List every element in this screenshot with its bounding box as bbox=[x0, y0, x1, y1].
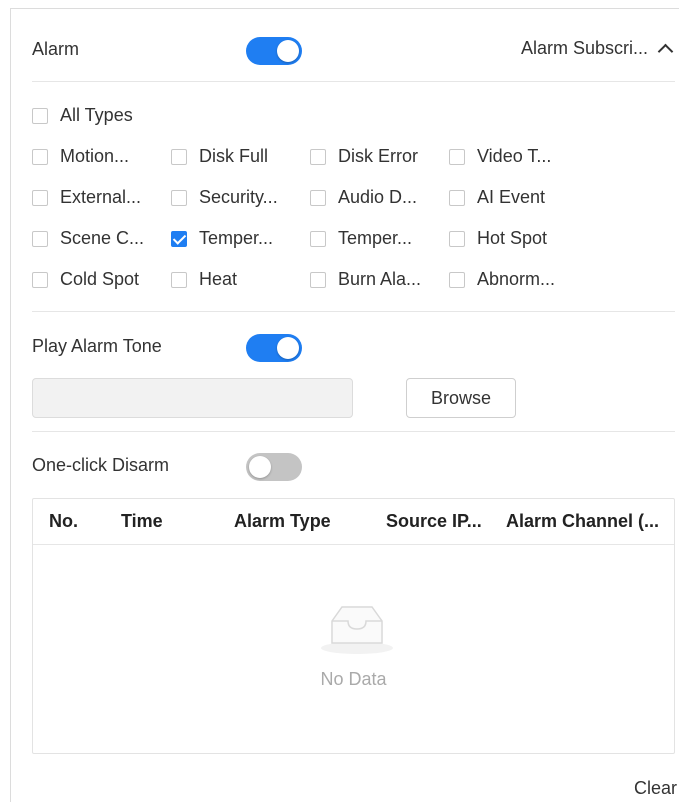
alarm-subscription-label: Alarm Subscri... bbox=[520, 38, 648, 58]
checkbox-label: AI Event bbox=[477, 187, 546, 207]
checkbox-box[interactable] bbox=[32, 107, 48, 124]
checkbox-label: Cold Spot bbox=[60, 269, 140, 289]
checkbox-label: Burn Ala... bbox=[338, 269, 422, 289]
checkbox-box[interactable] bbox=[449, 230, 465, 247]
checkbox-box[interactable] bbox=[449, 189, 465, 206]
divider bbox=[32, 431, 675, 432]
chevron-up-icon bbox=[657, 43, 674, 60]
column-header-source-ip[interactable]: Source IP... bbox=[386, 511, 482, 532]
checkbox-alarm-type[interactable]: Scene C... bbox=[32, 228, 144, 249]
checkbox-alarm-type[interactable]: Abnorm... bbox=[449, 269, 555, 290]
play-alarm-tone-label: Play Alarm Tone bbox=[32, 336, 162, 356]
browse-button[interactable]: Browse bbox=[406, 378, 516, 418]
checkbox-label: Motion... bbox=[60, 146, 130, 166]
toggle-knob bbox=[277, 337, 299, 359]
one-click-disarm-label: One-click Disarm bbox=[32, 455, 170, 475]
checkbox-label: Hot Spot bbox=[477, 228, 548, 248]
checkbox-box[interactable] bbox=[32, 271, 48, 288]
divider bbox=[32, 311, 675, 312]
toggle-knob bbox=[249, 456, 271, 478]
checkbox-alarm-type[interactable]: Burn Ala... bbox=[310, 269, 421, 290]
checkbox-label: Security... bbox=[199, 187, 278, 207]
checkbox-alarm-type[interactable]: AI Event bbox=[449, 187, 545, 208]
checkbox-alarm-type[interactable]: Disk Full bbox=[171, 146, 268, 167]
checkbox-alarm-type[interactable]: Security... bbox=[171, 187, 278, 208]
checkbox-alarm-type[interactable]: Disk Error bbox=[310, 146, 418, 167]
empty-state-text: No Data bbox=[320, 669, 387, 689]
checkbox-box[interactable] bbox=[449, 271, 465, 288]
checkbox-label: Audio D... bbox=[338, 187, 418, 207]
checkbox-box[interactable] bbox=[32, 189, 48, 206]
checkbox-alarm-type[interactable]: Heat bbox=[171, 269, 237, 290]
play-alarm-tone-toggle[interactable] bbox=[246, 334, 302, 362]
alarm-subscription-dropdown[interactable]: Alarm Subscri... bbox=[520, 38, 674, 60]
checkbox-all-types[interactable]: All Types bbox=[32, 105, 133, 126]
checkbox-alarm-type[interactable]: Cold Spot bbox=[32, 269, 139, 290]
checkbox-box[interactable] bbox=[32, 230, 48, 247]
divider bbox=[32, 81, 675, 82]
checkbox-alarm-type[interactable]: Audio D... bbox=[310, 187, 417, 208]
checkbox-box[interactable] bbox=[310, 230, 326, 247]
checkbox-alarm-type[interactable]: Hot Spot bbox=[449, 228, 547, 249]
checkbox-label: Video T... bbox=[477, 146, 552, 166]
checkbox-label: Temper... bbox=[199, 228, 274, 248]
table-header: No. Time Alarm Type Source IP... Alarm C… bbox=[33, 499, 674, 545]
checkbox-alarm-type[interactable]: Motion... bbox=[32, 146, 129, 167]
checkbox-box[interactable] bbox=[171, 189, 187, 206]
clear-button[interactable]: Clear bbox=[634, 778, 677, 799]
column-header-no[interactable]: No. bbox=[49, 511, 78, 532]
checkbox-label: Disk Full bbox=[199, 146, 269, 166]
toggle-knob bbox=[277, 40, 299, 62]
checkbox-alarm-type[interactable]: External... bbox=[32, 187, 141, 208]
checkbox-box[interactable] bbox=[171, 271, 187, 288]
alarm-label: Alarm bbox=[32, 39, 80, 59]
empty-inbox-icon bbox=[321, 606, 393, 654]
checkbox-label: Temper... bbox=[338, 228, 413, 248]
checkbox-box[interactable] bbox=[32, 148, 48, 165]
alarm-tone-file-input[interactable] bbox=[32, 378, 353, 418]
checkbox-label: External... bbox=[60, 187, 142, 207]
one-click-disarm-toggle[interactable] bbox=[246, 453, 302, 481]
checkbox-box[interactable] bbox=[171, 148, 187, 165]
alarm-toggle[interactable] bbox=[246, 37, 302, 65]
checkbox-label: Scene C... bbox=[60, 228, 145, 248]
checkbox-checked[interactable] bbox=[171, 230, 187, 247]
checkbox-box[interactable] bbox=[310, 189, 326, 206]
checkbox-alarm-type[interactable]: Temper... bbox=[310, 228, 412, 249]
checkbox-box[interactable] bbox=[310, 271, 326, 288]
checkbox-label: Heat bbox=[199, 269, 238, 289]
checkbox-label: Abnorm... bbox=[477, 269, 556, 289]
column-header-alarm-channel[interactable]: Alarm Channel (... bbox=[506, 511, 659, 532]
column-header-time[interactable]: Time bbox=[121, 511, 163, 532]
checkbox-box[interactable] bbox=[310, 148, 326, 165]
checkbox-alarm-type[interactable]: Video T... bbox=[449, 146, 551, 167]
checkbox-label: All Types bbox=[60, 105, 133, 125]
checkbox-box[interactable] bbox=[449, 148, 465, 165]
column-header-alarm-type[interactable]: Alarm Type bbox=[234, 511, 331, 532]
checkbox-alarm-type[interactable]: Temper... bbox=[171, 228, 273, 249]
checkbox-label: Disk Error bbox=[338, 146, 418, 166]
alarm-table: No. Time Alarm Type Source IP... Alarm C… bbox=[32, 498, 675, 754]
